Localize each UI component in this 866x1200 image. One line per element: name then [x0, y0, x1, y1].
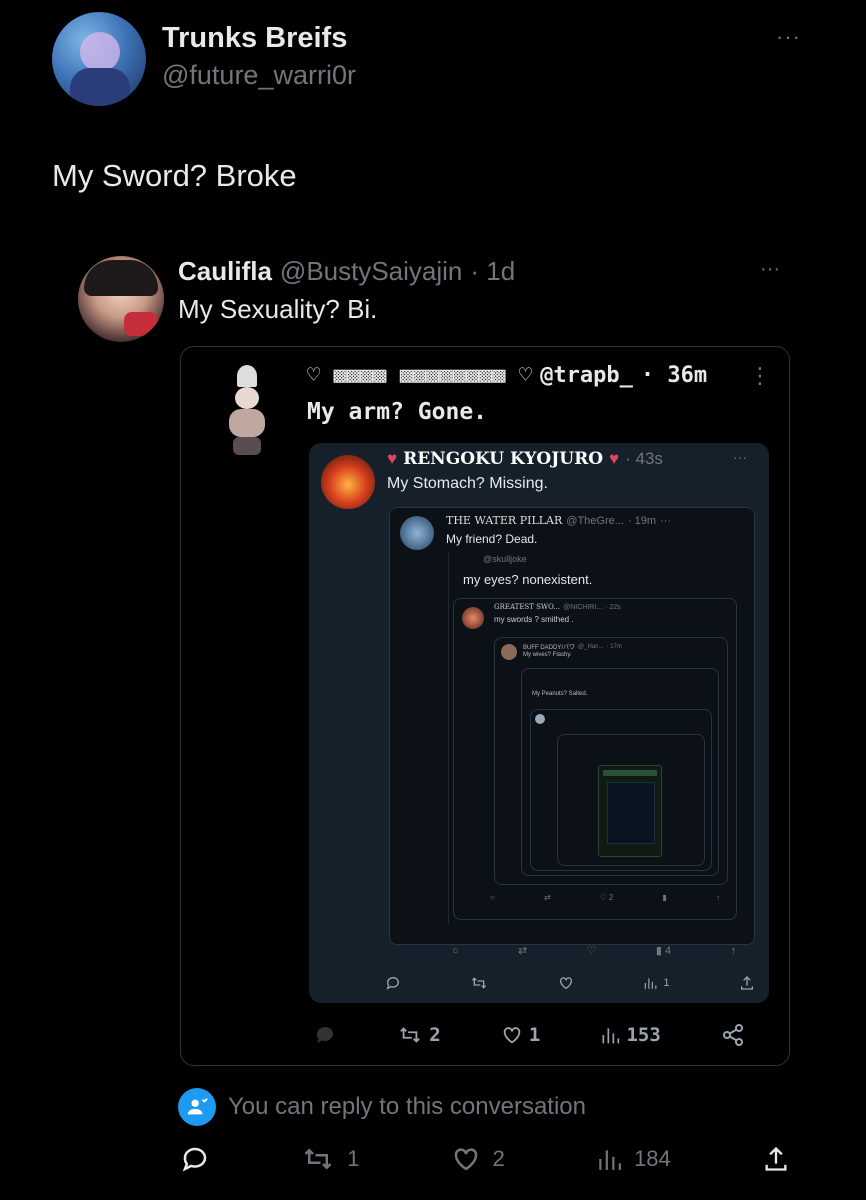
reply-notice-text: You can reply to this conversation [228, 1093, 586, 1120]
nested1-menu-icon[interactable]: ⋮ [749, 363, 771, 389]
nested1-actions: 2 1 153 [313, 1023, 745, 1047]
repost-count: 1 [347, 1146, 360, 1171]
quoted-handle[interactable]: @BustySaiyajin [280, 256, 462, 287]
nested3-handle[interactable]: @TheGre... [566, 515, 624, 527]
nested6-name[interactable]: BUFF DADDY/パワ [523, 642, 575, 651]
nested1-share-icon[interactable] [721, 1023, 745, 1047]
nested3-like-icon[interactable]: ♡ [587, 944, 597, 957]
nested6-card[interactable]: BUFF DADDY/パワ @_Han... · 17m My wives? F… [494, 637, 728, 885]
like-icon[interactable] [451, 1144, 481, 1174]
nested4-text: my eyes? nonexistent. [463, 572, 593, 587]
like-count: 2 [492, 1146, 505, 1171]
quoted-more-button[interactable]: ··· [760, 258, 780, 281]
nested5-time[interactable]: · 22s [605, 604, 621, 611]
nested3-actions: ○ ⇄ ♡ ▮ 4 ↑ [452, 944, 737, 958]
nested5-share-icon[interactable]: ↑ [716, 893, 720, 902]
nested1-text: My arm? Gone. [307, 399, 488, 425]
nested3-views-icon[interactable]: ▮ [656, 944, 662, 957]
nested4-handle[interactable]: @skulljoke [483, 554, 527, 564]
nested2-share-icon[interactable] [739, 975, 755, 991]
nested3-share-icon[interactable]: ↑ [731, 945, 737, 957]
views-count: 184 [634, 1146, 671, 1171]
nested2-more[interactable]: ··· [733, 449, 747, 465]
nested1-reply-icon[interactable] [313, 1023, 337, 1047]
nested2-views-icon[interactable] [643, 976, 657, 990]
main-handle[interactable]: @future_warri0r [162, 60, 356, 91]
nested7-text: My Peanuts? Salted. [532, 691, 588, 697]
nested3-views-count: 4 [664, 944, 672, 957]
nested3-text: My friend? Dead. [446, 532, 538, 546]
nested6-avatar [501, 644, 517, 660]
nested2-avatar [321, 455, 375, 509]
quoted-text: My Sexuality? Bi. [178, 294, 378, 324]
nested5-text: my swords ? smithed . [494, 615, 574, 624]
reply-icon[interactable] [180, 1144, 210, 1174]
quoted-display-name[interactable]: Caulifla [178, 256, 272, 287]
nested1-name[interactable]: ♡ ▩▩▩▩ ▩▩▩▩▩▩▩▩ ♡ [307, 363, 532, 388]
nested2-text: My Stomach? Missing. [387, 475, 548, 492]
nested3-avatar [400, 516, 434, 550]
nested1-like-icon[interactable] [501, 1024, 523, 1046]
nested1-like-count: 1 [528, 1024, 541, 1046]
action-bar: 1 2 184 [180, 1144, 790, 1174]
nested2-views-count: 1 [663, 977, 670, 989]
nested2-name[interactable]: RENGOKU KYOJURO [403, 449, 603, 469]
views-icon[interactable] [596, 1145, 622, 1173]
main-post-text: My Sword? Broke [52, 158, 297, 193]
nested2-like-icon[interactable] [558, 975, 574, 991]
nested5-card[interactable]: GREATEST SWO... @NICHIRI... · 22s my swo… [453, 598, 737, 920]
nested3-more[interactable]: ··· [660, 515, 671, 527]
nested2-card[interactable]: ♥ RENGOKU KYOJURO ♥ · 43s ··· My Stomach… [309, 443, 769, 1003]
nested5-repost-icon[interactable]: ⇄ [544, 893, 551, 902]
main-avatar[interactable] [52, 12, 146, 106]
nested1-handle[interactable]: @trapb_ [540, 363, 633, 388]
nested1-repost-icon[interactable] [397, 1024, 423, 1046]
nested5-views-icon[interactable]: ▮ [662, 893, 666, 902]
nested5-like-icon[interactable]: ♡ [600, 893, 607, 902]
more-options-button[interactable]: ··· [776, 24, 801, 50]
nested2-time[interactable]: · 43s [625, 449, 663, 469]
quoted-time[interactable]: · 1d [470, 256, 515, 287]
nested1-views-count: 153 [626, 1024, 661, 1046]
nested-quote-card[interactable]: ♡ ▩▩▩▩ ▩▩▩▩▩▩▩▩ ♡ @trapb_ · 36m ⋮ My arm… [180, 346, 790, 1066]
nested3-card[interactable]: THE WATER PILLAR @TheGre... · 19m ··· My… [389, 507, 755, 957]
nested3-name[interactable]: THE WATER PILLAR [446, 514, 562, 527]
nested5-avatar [462, 607, 484, 629]
nested4-card[interactable]: @skulljoke my eyes? nonexistent. GREATES… [448, 552, 741, 924]
nested1-avatar [217, 365, 277, 457]
nested3-reply-icon[interactable]: ○ [452, 945, 459, 957]
share-icon[interactable] [762, 1144, 790, 1174]
nested6-handle[interactable]: @_Han... [578, 644, 603, 650]
nested1-repost-count: 2 [429, 1024, 441, 1046]
nested7-card[interactable]: My Peanuts? Salted. [521, 668, 719, 876]
nested1-views-icon[interactable] [600, 1024, 620, 1046]
nested6-time[interactable]: · 17m [606, 644, 621, 650]
nested3-time[interactable]: · 19m [628, 515, 656, 527]
nested5-handle[interactable]: @NICHIRI... [563, 604, 602, 611]
nested3-repost-icon[interactable]: ⇄ [518, 944, 527, 957]
nested5-reply-icon[interactable]: ○ [490, 893, 495, 902]
nested5-like-count: 2 [608, 893, 614, 902]
reply-person-icon [178, 1088, 216, 1126]
quoted-avatar[interactable] [78, 256, 164, 342]
nested5-actions: ○ ⇄ ♡ 2 ▮ ↑ [490, 893, 720, 902]
nested8-card[interactable] [530, 709, 712, 871]
nested5-name[interactable]: GREATEST SWO... [494, 603, 560, 611]
repost-icon[interactable] [301, 1144, 335, 1174]
nested2-reply-icon[interactable] [385, 975, 401, 991]
nested1-time[interactable]: · 36m [641, 363, 707, 388]
nested6-text: My wives? Flashy. [523, 652, 572, 658]
nested2-actions: 1 [385, 975, 755, 991]
nested9-card[interactable] [557, 734, 705, 866]
main-display-name[interactable]: Trunks Breifs [162, 22, 347, 55]
nested2-repost-icon[interactable] [470, 975, 488, 991]
